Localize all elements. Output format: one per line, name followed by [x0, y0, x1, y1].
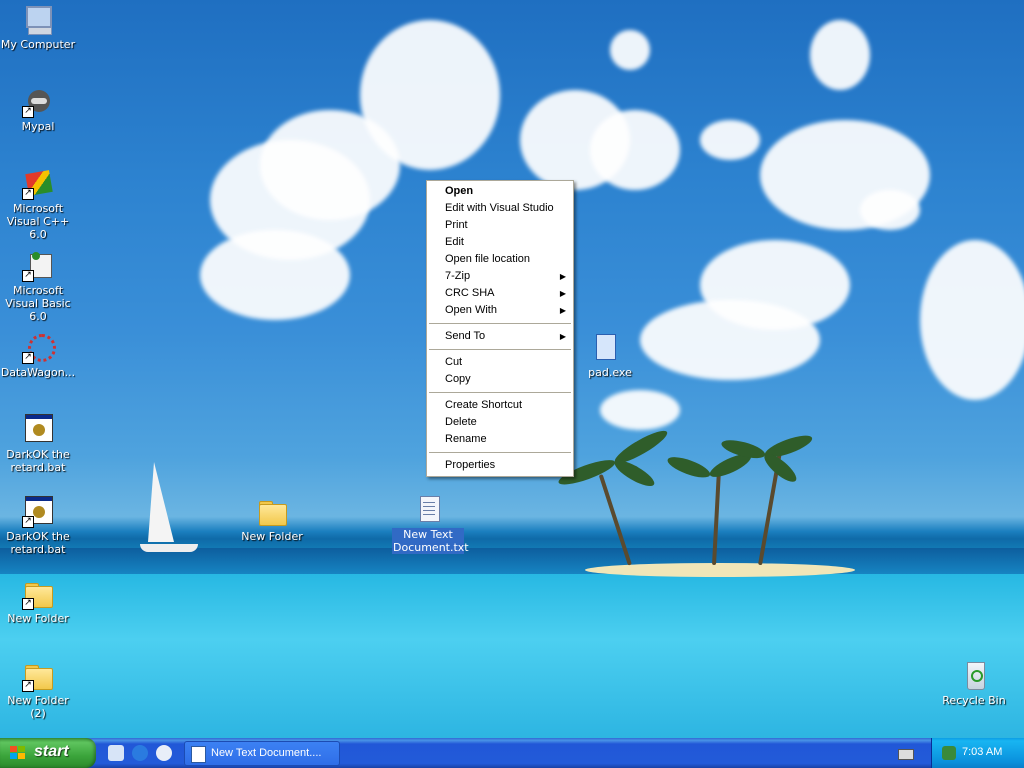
start-label: start [34, 743, 69, 760]
visual-cpp-icon: ↗ [22, 168, 54, 200]
desktop-icon-new-text-document[interactable]: New Text Document.txt [388, 494, 469, 554]
system-tray: 7:03 AM [931, 738, 1024, 768]
desktop-icon-mypal[interactable]: ↗ Mypal [0, 86, 78, 133]
keyboard-icon[interactable] [898, 749, 914, 760]
menu-item-send-to[interactable]: Send To ▶ [427, 328, 573, 345]
menu-item-rename[interactable]: Rename [427, 431, 573, 448]
visual-basic-icon: ↗ [22, 250, 54, 282]
menu-item-label: Send To [445, 330, 486, 342]
desktop-icon-new-folder-2[interactable]: ↗ New Folder (2) [0, 660, 78, 720]
notepad-icon [191, 746, 206, 763]
desktop-icon-recycle-bin[interactable]: Recycle Bin [934, 660, 1014, 707]
submenu-arrow-icon: ▶ [559, 332, 566, 341]
submenu-arrow-icon: ▶ [559, 306, 566, 315]
recycle-bin-icon [958, 660, 990, 692]
taskbar-button-label: New Text Document.... [211, 747, 322, 759]
menu-separator [429, 452, 571, 453]
desktop-icon-visual-basic[interactable]: ↗ Microsoft Visual Basic 6.0 [0, 250, 78, 323]
submenu-arrow-icon: ▶ [559, 289, 566, 298]
clock[interactable]: 7:03 AM [962, 746, 1002, 758]
folder-icon [256, 496, 288, 528]
menu-item-edit-with-visual-studio[interactable]: Edit with Visual Studio [427, 200, 573, 217]
menu-item-open-file-location[interactable]: Open file location [427, 251, 573, 268]
desktop-icon-new-folder-left[interactable]: ↗ New Folder [0, 578, 78, 625]
notepad-icon [580, 332, 616, 364]
desktop-icon-new-folder[interactable]: New Folder [232, 496, 312, 543]
windows-flag-icon [10, 746, 26, 760]
start-button[interactable]: start [0, 738, 96, 768]
text-document-icon [412, 494, 444, 526]
context-menu: Open Edit with Visual Studio Print Edit … [426, 180, 574, 477]
menu-item-open-with[interactable]: Open With ▶ [427, 302, 573, 319]
desktop-icon-my-computer[interactable]: My Computer [0, 4, 78, 51]
menu-item-create-shortcut[interactable]: Create Shortcut [427, 397, 573, 414]
menu-item-crc-sha[interactable]: CRC SHA ▶ [427, 285, 573, 302]
menu-separator [429, 349, 571, 350]
island [585, 563, 855, 577]
desktop-icon-visual-cpp[interactable]: ↗ Microsoft Visual C++ 6.0 [0, 168, 78, 241]
network-icon[interactable] [942, 746, 956, 760]
menu-item-label: CRC SHA [445, 287, 495, 299]
menu-item-properties[interactable]: Properties [427, 457, 573, 474]
batch-file-icon [22, 414, 54, 446]
menu-item-copy[interactable]: Copy [427, 371, 573, 388]
quicklaunch-internet-explorer-icon[interactable] [132, 745, 148, 761]
menu-separator [429, 323, 571, 324]
desktop-icon-batch-1[interactable]: DarkOK the retard.bat [0, 414, 78, 474]
sailboat [148, 462, 174, 542]
desktop-icon-batch-2[interactable]: ↗ DarkOK the retard.bat [0, 496, 78, 556]
folder-icon: ↗ [22, 660, 54, 692]
menu-item-label: 7-Zip [445, 270, 471, 282]
quicklaunch-show-desktop-icon[interactable] [108, 745, 124, 761]
menu-item-label: Open With [445, 304, 497, 316]
quicklaunch-media-player-icon[interactable] [156, 745, 172, 761]
my-computer-icon [22, 4, 54, 36]
menu-item-delete[interactable]: Delete [427, 414, 573, 431]
menu-separator [429, 392, 571, 393]
batch-file-icon: ↗ [22, 496, 54, 528]
taskbar-button-new-text-document[interactable]: New Text Document.... [184, 741, 340, 766]
desktop-icon-datawagon[interactable]: ↗ DataWagon... [0, 332, 78, 379]
menu-item-edit[interactable]: Edit [427, 234, 573, 251]
menu-item-print[interactable]: Print [427, 217, 573, 234]
menu-item-cut[interactable]: Cut [427, 354, 573, 371]
raccoon-browser-icon: ↗ [22, 86, 54, 118]
datawagon-icon: ↗ [22, 332, 56, 364]
taskbar: start New Text Document.... 7:03 AM [0, 738, 1024, 768]
submenu-arrow-icon: ▶ [559, 272, 566, 281]
menu-item-7zip[interactable]: 7-Zip ▶ [427, 268, 573, 285]
folder-icon: ↗ [22, 578, 54, 610]
menu-item-open[interactable]: Open [427, 183, 573, 200]
